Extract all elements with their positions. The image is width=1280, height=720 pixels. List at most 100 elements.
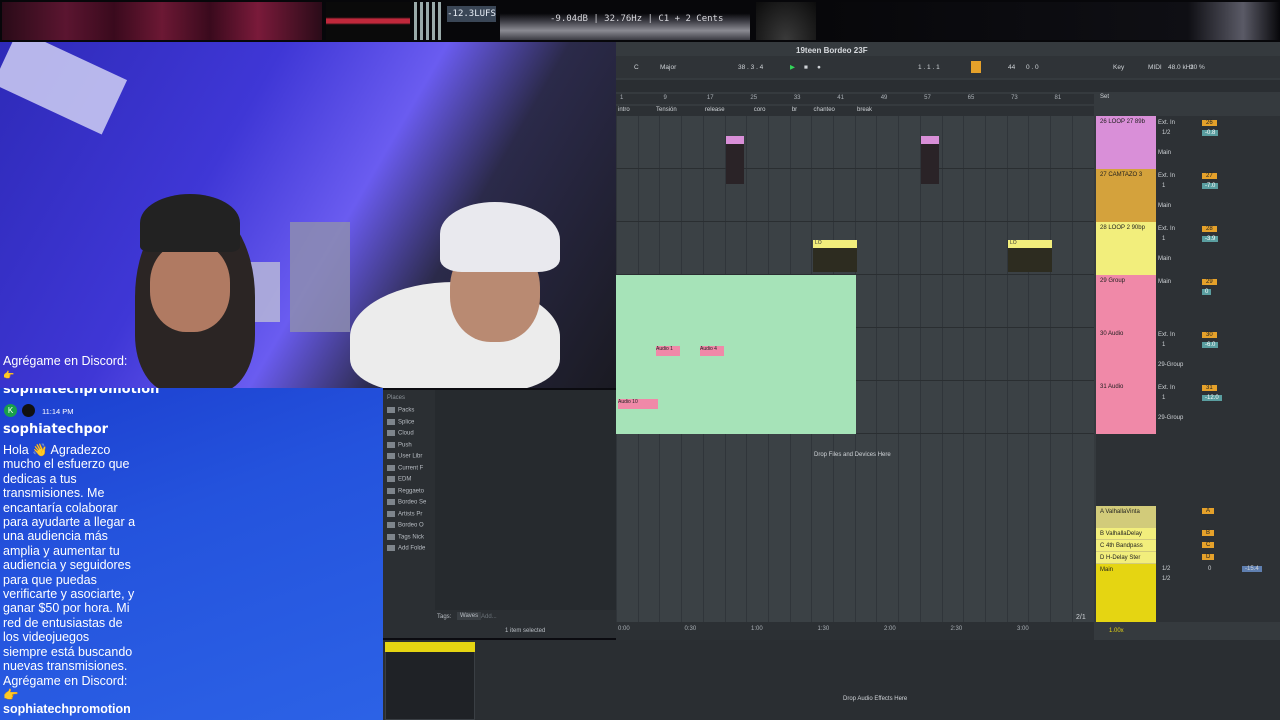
audio-clip-region[interactable] — [616, 275, 856, 434]
input-channel-select[interactable]: 1/2 — [1162, 130, 1170, 136]
browser-item[interactable]: Add Folde — [387, 545, 425, 552]
browser-item[interactable]: Current F — [387, 464, 423, 471]
track-number[interactable]: 28 — [1202, 226, 1217, 232]
midi-clip[interactable] — [921, 136, 939, 184]
locator[interactable]: release — [705, 107, 725, 113]
volume-field[interactable]: -3.9 — [1202, 236, 1219, 242]
track-lanes[interactable]: LO LO Audio 1 Audio 4 Audio 10 Drop Files and… — [616, 116, 1094, 622]
level-bars — [414, 2, 444, 40]
loop-end[interactable]: 0 . 0 — [1026, 61, 1039, 73]
input-type-select[interactable]: Main — [1158, 279, 1171, 285]
zoom-level[interactable]: 1.00x — [1109, 628, 1124, 634]
browser-item[interactable]: Bordeo Se — [387, 499, 426, 506]
midi-map-button[interactable]: MIDI — [1148, 61, 1162, 73]
browser-item[interactable]: Packs — [387, 407, 414, 414]
clip-audio-10[interactable]: Audio 10 — [618, 399, 658, 409]
input-type-select[interactable]: Ext. In — [1158, 226, 1175, 232]
output-select[interactable]: 29-Group — [1158, 415, 1183, 421]
main-output-channel[interactable]: 1/2 — [1162, 576, 1170, 582]
stop-icon[interactable]: ■ — [804, 61, 808, 73]
locator-bar[interactable]: intro Tensión release coro br chanteo break — [616, 106, 1094, 116]
midi-clip[interactable] — [726, 136, 744, 184]
main-volume[interactable]: 0 — [1208, 566, 1211, 572]
return-letter[interactable]: C — [1202, 542, 1215, 548]
track-header[interactable]: 27 CAMTAZO 3 — [1096, 169, 1156, 222]
output-select[interactable]: Main — [1158, 150, 1171, 156]
browser-item[interactable]: Tags Nick — [387, 533, 424, 540]
locator[interactable]: intro — [618, 107, 630, 113]
browser-item[interactable]: Artists Pr — [387, 510, 422, 517]
song-position[interactable]: 38 . 3 . 4 — [738, 61, 763, 73]
loop-start[interactable]: 1 . 1 . 1 — [918, 61, 940, 73]
record-icon[interactable]: ● — [817, 61, 821, 73]
track-header[interactable]: 30 Audio — [1096, 328, 1156, 381]
track-number[interactable]: 31 — [1202, 385, 1217, 391]
locator[interactable]: break — [857, 107, 872, 113]
volume-field[interactable]: -0.8 — [1202, 130, 1219, 136]
audio-clip[interactable]: LO — [1008, 240, 1052, 272]
clip-header[interactable] — [385, 642, 475, 652]
track-lane[interactable] — [616, 169, 1094, 222]
input-type-select[interactable]: Ext. In — [1158, 385, 1175, 391]
key-map-button[interactable]: Key — [1113, 61, 1124, 73]
output-select[interactable]: 29-Group — [1158, 362, 1183, 368]
time-ruler[interactable]: 0:00 0:30 1:00 1:30 2:00 2:30 3:00 — [616, 622, 1094, 640]
browser-item[interactable]: Splice — [387, 418, 414, 425]
clip-audio-4[interactable]: Audio 4 — [700, 346, 724, 356]
play-icon[interactable]: ▶ — [790, 61, 795, 73]
locator[interactable]: Tensión — [656, 107, 677, 113]
browser-item[interactable]: EDM — [387, 476, 411, 483]
browser-item[interactable]: Cloud — [387, 430, 414, 437]
return-letter[interactable]: D — [1202, 554, 1215, 560]
audio-clip[interactable]: LO — [813, 240, 857, 272]
volume-field[interactable]: -6.0 — [1202, 342, 1219, 348]
volume-field[interactable]: -7.0 — [1202, 183, 1219, 189]
volume-field[interactable]: -12.0 — [1202, 395, 1222, 401]
return-track-header[interactable]: D H-Delay Ster — [1096, 552, 1156, 563]
main-input-channel[interactable]: 1/2 — [1162, 566, 1170, 572]
loop-toggle[interactable] — [971, 61, 981, 73]
chat-username[interactable]: sophiatechpor — [3, 422, 108, 437]
track-number[interactable]: 26 — [1202, 120, 1217, 126]
input-type-select[interactable]: Ext. In — [1158, 120, 1175, 126]
tag-add[interactable]: Add... — [481, 614, 497, 620]
scale-select[interactable]: Major — [660, 61, 676, 73]
tag-waves[interactable]: Waves — [457, 612, 482, 620]
return-letter[interactable]: B — [1202, 530, 1215, 536]
volume-field[interactable]: 0 — [1202, 289, 1212, 295]
track-number[interactable]: 30 — [1202, 332, 1217, 338]
tempo-field[interactable]: 44 — [1008, 61, 1015, 73]
track-header[interactable]: 29 Group — [1096, 275, 1156, 328]
track-number[interactable]: 29 — [1202, 279, 1217, 285]
overview-bar[interactable] — [616, 80, 1280, 92]
key-root[interactable]: C — [634, 61, 639, 73]
input-type-select[interactable]: Ext. In — [1158, 173, 1175, 179]
input-channel-select[interactable]: 1 — [1162, 342, 1165, 348]
track-header[interactable]: 26 LOOP 27 89b — [1096, 116, 1156, 169]
browser-item[interactable]: User Libr — [387, 453, 422, 460]
output-select[interactable]: Main — [1158, 203, 1171, 209]
chat-user[interactable]: sophiatechpromotion — [3, 388, 159, 397]
browser-item[interactable]: Bordeo O — [387, 522, 424, 529]
bar-ruler[interactable]: 1 9 17 25 33 41 49 57 65 73 81 — [616, 94, 1094, 104]
main-track-header[interactable]: Main — [1096, 564, 1156, 622]
browser-item[interactable]: Reggaeto — [387, 487, 424, 494]
locator[interactable]: br — [792, 107, 797, 113]
return-letter[interactable]: A — [1202, 508, 1215, 514]
return-track-header[interactable]: B ValhallaDelay — [1096, 528, 1156, 539]
track-number[interactable]: 27 — [1202, 173, 1217, 179]
return-track-header[interactable]: C 4th Bandpass — [1096, 540, 1156, 551]
set-button[interactable]: Set — [1100, 94, 1109, 100]
browser-item[interactable]: Push — [387, 441, 412, 448]
locator[interactable]: chanteo — [814, 107, 835, 113]
output-select[interactable]: Main — [1158, 256, 1171, 262]
input-channel-select[interactable]: 1 — [1162, 183, 1165, 189]
track-header[interactable]: 31 Audio — [1096, 381, 1156, 434]
track-header[interactable]: 28 LOOP 2 90bp — [1096, 222, 1156, 275]
input-type-select[interactable]: Ext. In — [1158, 332, 1175, 338]
clip-audio-1[interactable]: Audio 1 — [656, 346, 680, 356]
input-channel-select[interactable]: 1 — [1162, 395, 1165, 401]
input-channel-select[interactable]: 1 — [1162, 236, 1165, 242]
track-lane[interactable] — [616, 116, 1094, 169]
locator[interactable]: coro — [754, 107, 766, 113]
